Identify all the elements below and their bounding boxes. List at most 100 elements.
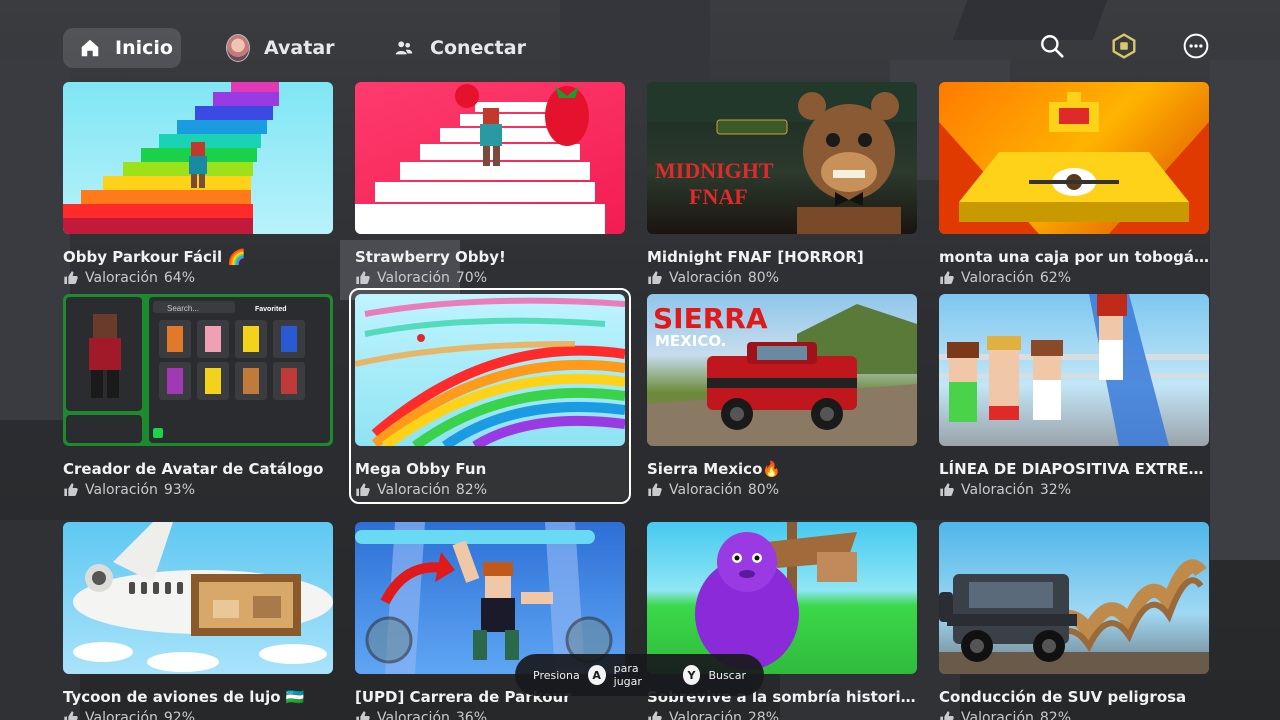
game-thumbnail: [939, 522, 1209, 674]
people-icon: [392, 36, 416, 60]
game-title: monta una caja por un tobogán, ...: [939, 248, 1209, 266]
game-rating: Valoración 82%: [939, 710, 1211, 720]
more-button[interactable]: [1182, 33, 1210, 63]
thumbs-up-icon: [647, 270, 663, 286]
hint-search-text: Buscar: [708, 668, 746, 682]
game-tile-strawberry-obby[interactable]: Strawberry Obby! Valoración 70%: [355, 82, 627, 286]
rating-label: Valoración: [85, 482, 158, 498]
tab-conectar-label: Conectar: [430, 37, 526, 59]
rating-label: Valoración: [377, 270, 450, 286]
rating-value: 93%: [163, 482, 196, 498]
home-icon: [79, 36, 101, 60]
game-title: Creador de Avatar de Catálogo: [63, 460, 324, 478]
rating-value: 28%: [747, 710, 780, 720]
game-thumbnail: Search... Favorited: [63, 294, 333, 446]
game-rating: Valoración 93%: [63, 482, 335, 498]
game-thumbnail: [63, 82, 333, 234]
rating-label: Valoración: [961, 710, 1034, 720]
game-tile-mega-obby-fun[interactable]: Mega Obby Fun Valoración 82%: [349, 288, 631, 504]
rating-label: Valoración: [85, 710, 158, 720]
thumbs-up-icon: [647, 710, 663, 720]
thumb-text-sierra: SIERRA: [653, 302, 768, 335]
tab-inicio-label: Inicio: [115, 37, 173, 59]
rating-value: 64%: [163, 270, 196, 286]
thumbs-up-icon: [939, 710, 955, 720]
game-title: Sierra Mexico🔥: [647, 460, 782, 478]
thumb-text-favorited: Favorited: [255, 306, 287, 313]
game-rating: Valoración 32%: [939, 482, 1211, 498]
game-rating: Valoración 28%: [647, 710, 919, 720]
thumbs-up-icon: [63, 710, 79, 720]
robux-button[interactable]: [1110, 33, 1138, 63]
game-grid: Obby Parkour Fácil 🌈 Valoración 64% Stra…: [0, 0, 1280, 720]
game-tile-tycoon-aviones[interactable]: Tycoon de aviones de lujo 🇺🇿 Valoración …: [63, 522, 335, 720]
thumb-text-search: Search...: [167, 304, 199, 313]
game-thumbnail: [355, 82, 625, 234]
rating-label: Valoración: [85, 270, 158, 286]
rating-value: 92%: [163, 710, 196, 720]
game-thumbnail: [939, 82, 1209, 234]
game-rating: Valoración 80%: [647, 270, 919, 286]
rating-label: Valoración: [669, 710, 742, 720]
game-tile-sierra-mexico[interactable]: SIERRA MEXICO. Sierra Mexico🔥 Valoración…: [647, 294, 919, 498]
a-button-icon: A: [587, 665, 606, 685]
game-thumbnail: MIDNIGHT FNAF: [647, 82, 917, 234]
thumbs-up-icon: [939, 270, 955, 286]
game-thumbnail: [355, 294, 625, 446]
game-thumbnail: [355, 522, 625, 674]
thumbs-up-icon: [63, 482, 79, 498]
top-navigation: Inicio Avatar Conectar: [0, 0, 1280, 80]
search-button[interactable]: [1038, 34, 1066, 62]
search-icon: [1039, 33, 1065, 63]
tab-avatar[interactable]: Avatar: [210, 28, 351, 68]
rating-value: 80%: [747, 270, 780, 286]
game-tile-conduccion-suv[interactable]: Conducción de SUV peligrosa Valoración 8…: [939, 522, 1211, 720]
game-rating: Valoración 62%: [939, 270, 1211, 286]
game-rating: Valoración 92%: [63, 710, 335, 720]
game-tile-linea-diapositiva[interactable]: LÍNEA DE DIAPOSITIVA EXTREMA 2 Valoració…: [939, 294, 1211, 498]
game-title: Conducción de SUV peligrosa: [939, 688, 1187, 706]
game-tile-monta-caja[interactable]: monta una caja por un tobogán, ... Valor…: [939, 82, 1211, 286]
thumb-text-mexico: MEXICO.: [655, 332, 726, 350]
hint-press-text: Presiona: [533, 668, 580, 682]
more-icon: [1183, 33, 1209, 63]
tab-inicio[interactable]: Inicio: [63, 28, 181, 68]
rating-value: 80%: [747, 482, 780, 498]
tab-conectar[interactable]: Conectar: [376, 28, 542, 68]
y-button-icon: Y: [682, 665, 701, 685]
game-tile-creador-avatar[interactable]: Search... Favorited Creador de Avatar de…: [63, 294, 335, 498]
game-thumbnail: SIERRA MEXICO.: [647, 294, 917, 446]
thumb-text-midnight: MIDNIGHT: [655, 158, 774, 183]
game-tile-midnight-fnaf[interactable]: MIDNIGHT FNAF Midnight FNAF [HORROR] Val…: [647, 82, 919, 286]
game-title: Obby Parkour Fácil 🌈: [63, 248, 247, 266]
thumbs-up-icon: [939, 482, 955, 498]
rating-label: Valoración: [961, 270, 1034, 286]
game-rating: Valoración 64%: [63, 270, 335, 286]
thumbs-up-icon: [355, 270, 371, 286]
thumbs-up-icon: [63, 270, 79, 286]
rating-value: 82%: [1039, 710, 1072, 720]
game-title: Strawberry Obby!: [355, 248, 506, 266]
rating-label: Valoración: [669, 482, 742, 498]
hint-play-text: para jugar: [613, 662, 642, 688]
rating-label: Valoración: [669, 270, 742, 286]
rating-value: 62%: [1039, 270, 1072, 286]
game-rating: Valoración 70%: [355, 270, 627, 286]
game-thumbnail: [63, 522, 333, 674]
game-rating: Valoración 80%: [647, 482, 919, 498]
game-title: LÍNEA DE DIAPOSITIVA EXTREMA 2: [939, 460, 1209, 478]
game-thumbnail: [647, 522, 917, 674]
rating-value: 70%: [455, 270, 488, 286]
game-thumbnail: [939, 294, 1209, 446]
game-tile-obby-parkour[interactable]: Obby Parkour Fácil 🌈 Valoración 64%: [63, 82, 335, 286]
rating-value: 32%: [1039, 482, 1072, 498]
robux-icon: [1111, 33, 1137, 63]
game-rating: Valoración 36%: [355, 710, 627, 720]
game-title: Tycoon de aviones de lujo 🇺🇿: [63, 688, 305, 706]
game-title: Midnight FNAF [HORROR]: [647, 248, 864, 266]
thumbs-up-icon: [355, 710, 371, 720]
rating-label: Valoración: [377, 710, 450, 720]
controller-hint-bar: Presiona A para jugar Y Buscar: [515, 654, 764, 696]
thumbs-up-icon: [647, 482, 663, 498]
rating-value: 36%: [455, 710, 488, 720]
